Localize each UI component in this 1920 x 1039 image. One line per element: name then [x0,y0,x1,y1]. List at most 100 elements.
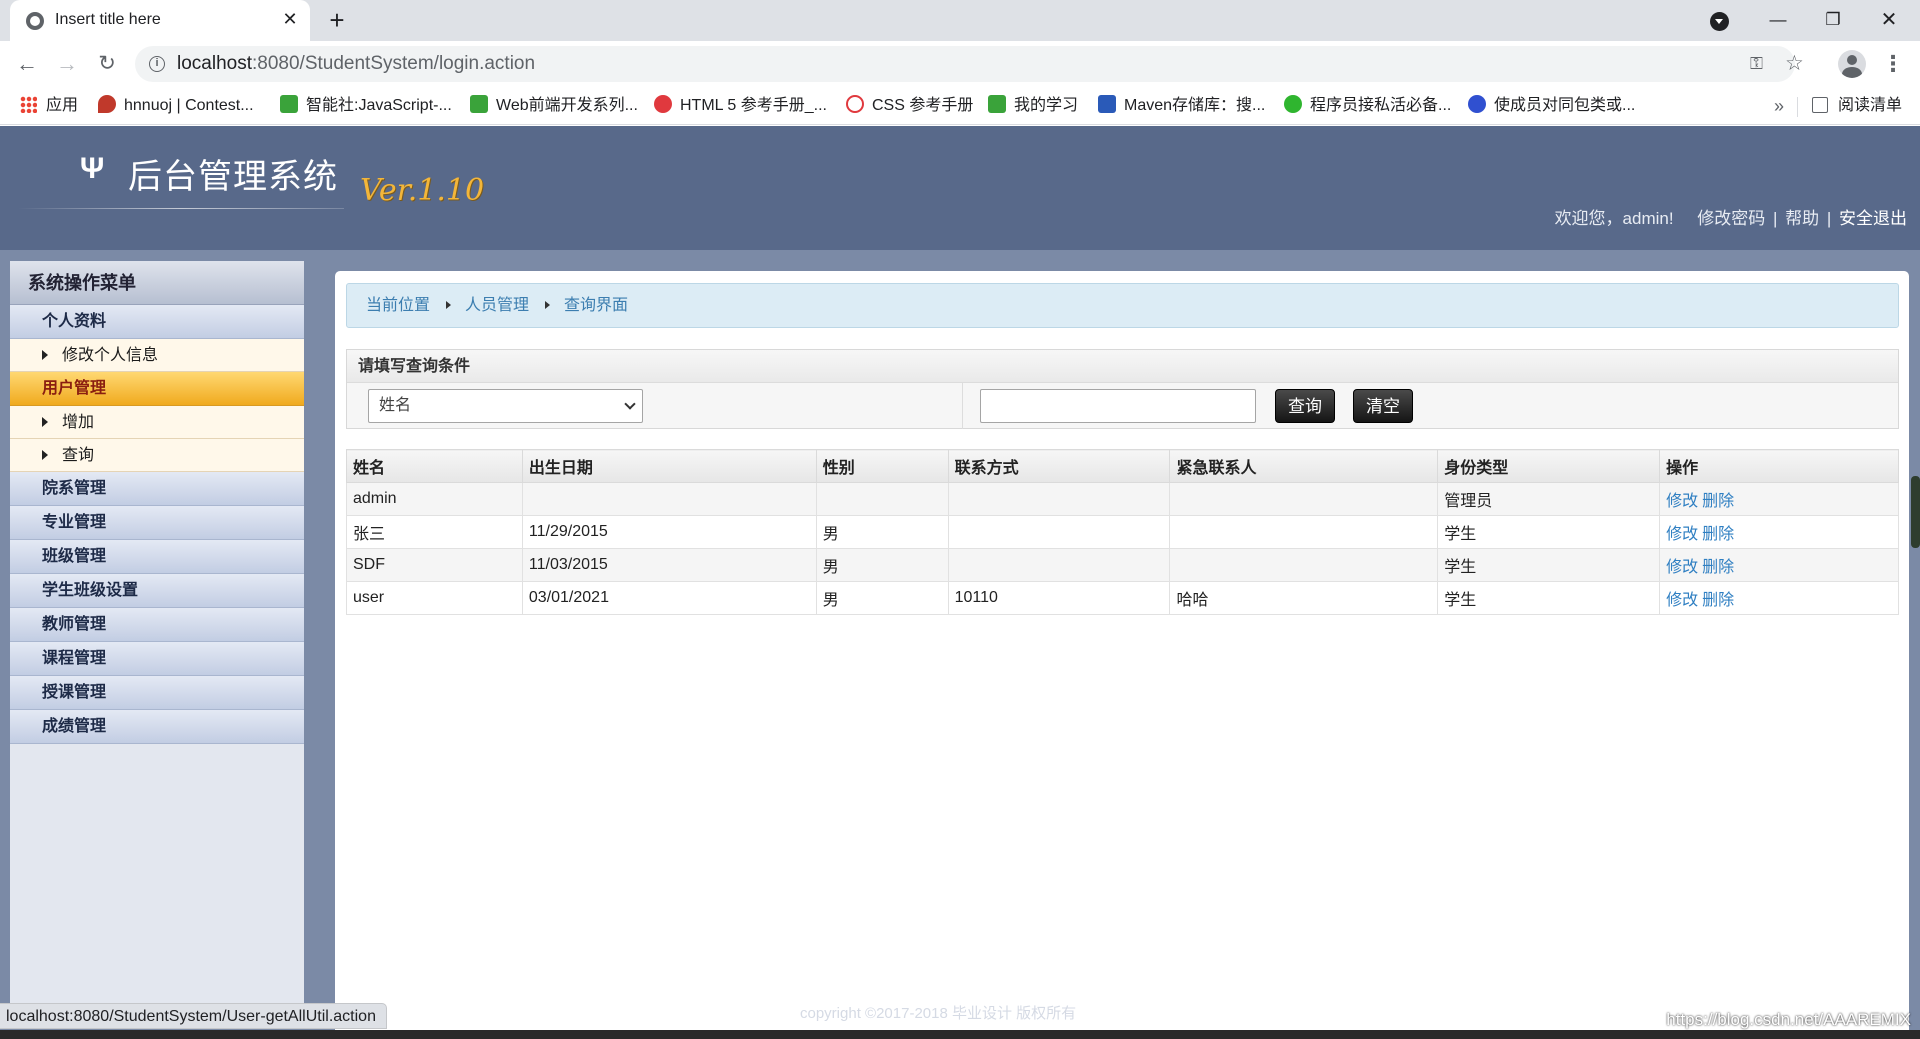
browser-menu-icon[interactable]: ⋮ [1882,50,1904,78]
sidebar-item-label: 院系管理 [42,480,107,497]
table-cell: 哈哈 [1169,581,1439,615]
logout-link[interactable]: 安全退出 [1839,209,1907,228]
bookmark-item[interactable]: CSS 参考手册 [846,93,973,119]
bookmark-label: hnnuoj | Contest... [124,97,254,114]
table-cell: 11/29/2015 [521,515,817,549]
window-close-button[interactable]: ✕ [1866,3,1912,37]
bookmark-item[interactable]: 使成员对同包类或... [1468,93,1635,119]
sidebar-item-label: 用户管理 [42,380,107,397]
key-icon[interactable]: ⚿ [1750,54,1763,74]
edit-link[interactable]: 修改 [1666,559,1698,576]
sidebar-item-teaching[interactable]: 授课管理 [10,676,304,710]
edit-link[interactable]: 修改 [1666,526,1698,543]
sidebar-item-label: 课程管理 [42,650,107,667]
bookmark-item[interactable]: 我的学习 [988,93,1078,119]
sidebar-item-label: 教师管理 [42,616,107,633]
table-cell: 学生 [1437,515,1661,549]
edit-link[interactable]: 修改 [1666,493,1698,510]
bookmark-item[interactable]: 程序员接私活必备... [1284,93,1451,119]
sidebar: 系统操作菜单 个人资料 修改个人信息 用户管理 增加 查询 院系管理 专业管理 班级管理 学生班… [10,261,304,1021]
query-divider [962,383,963,429]
clear-button[interactable]: 清空 [1353,389,1413,423]
reading-list-label: 阅读清单 [1838,97,1903,114]
sidebar-item-class[interactable]: 班级管理 [10,540,304,574]
profile-avatar-icon[interactable] [1838,50,1866,78]
sidebar-item-profile[interactable]: 个人资料 [10,305,304,339]
new-tab-button[interactable]: + [323,6,351,34]
delete-link[interactable]: 删除 [1702,493,1734,510]
table-cell: 学生 [1437,581,1661,615]
bookmarks-bar: 应用 hnnuoj | Contest... 智能社:JavaScript-..… [0,87,1920,125]
bookmark-apps[interactable]: 应用 [20,93,78,119]
browser-tab[interactable]: Insert title here ✕ [10,0,310,41]
change-password-link[interactable]: 修改密码 [1697,209,1765,228]
reading-list-button[interactable]: 阅读清单 [1812,93,1902,119]
bookmarks-overflow-icon[interactable]: » [1774,93,1784,119]
link-separator: | [1826,209,1832,228]
query-button[interactable]: 查询 [1275,389,1335,423]
sidebar-subitem-edit-info[interactable]: 修改个人信息 [10,339,304,372]
table-cell: 03/01/2021 [521,581,817,615]
table-cell: 11/03/2015 [521,548,817,582]
bookmark-label: Maven存储库：搜... [1124,97,1266,114]
table-cell: 学生 [1437,548,1661,582]
sidebar-item-grades[interactable]: 成绩管理 [10,710,304,744]
scrollbar-thumb[interactable] [1911,476,1920,548]
tab-close-icon[interactable]: ✕ [278,7,302,31]
bookmark-item[interactable]: hnnuoj | Contest... [98,93,254,119]
breadcrumb-item[interactable]: 当前位置 [366,297,430,314]
sidebar-item-user-management[interactable]: 用户管理 [10,372,304,406]
site-info-icon[interactable]: i [149,56,165,72]
sidebar-item-label: 学生班级设置 [42,582,139,599]
table-cell: admin [346,482,523,516]
query-row: 姓名 查询 清空 [347,383,1898,429]
logo-icon: Ψ [80,152,105,185]
breadcrumb-item[interactable]: 人员管理 [465,297,529,314]
sidebar-item-label: 专业管理 [42,514,107,531]
sidebar-item-department[interactable]: 院系管理 [10,472,304,506]
maximize-button[interactable]: ❐ [1810,3,1856,37]
delete-link[interactable]: 删除 [1702,526,1734,543]
delete-link[interactable]: 删除 [1702,559,1734,576]
taskbar-edge [0,1030,1920,1039]
sidebar-subitem-add[interactable]: 增加 [10,406,304,439]
query-field-select[interactable]: 姓名 [368,389,643,423]
table-row: user 03/01/2021 男 10110 哈哈 学生 修改 删除 [346,581,1899,615]
column-header: 姓名 [346,449,523,483]
caret-right-icon [42,350,48,360]
browser-toolbar: ← → ↻ i localhost:8080/StudentSystem/log… [0,41,1920,87]
bookmark-star-icon[interactable]: ☆ [1785,51,1804,76]
back-arrow-icon[interactable]: ← [12,49,42,79]
sidebar-subitem-query[interactable]: 查询 [10,439,304,472]
table-cell: 10110 [947,581,1171,615]
minimize-button[interactable]: — [1755,3,1801,37]
sidebar-item-course[interactable]: 课程管理 [10,642,304,676]
table-row: 张三 11/29/2015 男 学生 修改 删除 [346,515,1899,549]
table-actions-cell: 修改 删除 [1659,548,1899,582]
forward-arrow-icon[interactable]: → [52,49,82,79]
bookmark-label: 程序员接私活必备... [1310,97,1452,114]
bookmark-label: Web前端开发系列... [496,97,638,114]
edit-link[interactable]: 修改 [1666,592,1698,609]
column-header: 性别 [815,449,949,483]
breadcrumb-arrow-icon [446,301,452,309]
address-url[interactable]: localhost:8080/StudentSystem/login.actio… [177,53,535,75]
bookmark-item[interactable]: Maven存储库：搜... [1098,93,1265,119]
watermark: https://blog.csdn.net/AAAREMIX [1666,1010,1911,1029]
bookmark-item[interactable]: Web前端开发系列... [470,93,638,119]
bookmark-label: 应用 [46,97,79,114]
bookmark-item[interactable]: 智能社:JavaScript-... [280,93,452,119]
sidebar-item-student-class[interactable]: 学生班级设置 [10,574,304,608]
bookmark-item[interactable]: HTML 5 参考手册_... [654,93,827,119]
sidebar-item-teacher[interactable]: 教师管理 [10,608,304,642]
delete-link[interactable]: 删除 [1702,592,1734,609]
tab-search-icon[interactable] [1710,12,1729,31]
url-host: localhost [177,53,252,74]
address-bar[interactable]: i localhost:8080/StudentSystem/login.act… [135,46,1804,82]
sidebar-item-major[interactable]: 专业管理 [10,506,304,540]
globe-icon [26,12,44,30]
help-link[interactable]: 帮助 [1785,209,1819,228]
query-input[interactable] [980,389,1256,423]
reload-icon[interactable]: ↻ [92,49,122,79]
breadcrumb-item[interactable]: 查询界面 [564,297,628,314]
